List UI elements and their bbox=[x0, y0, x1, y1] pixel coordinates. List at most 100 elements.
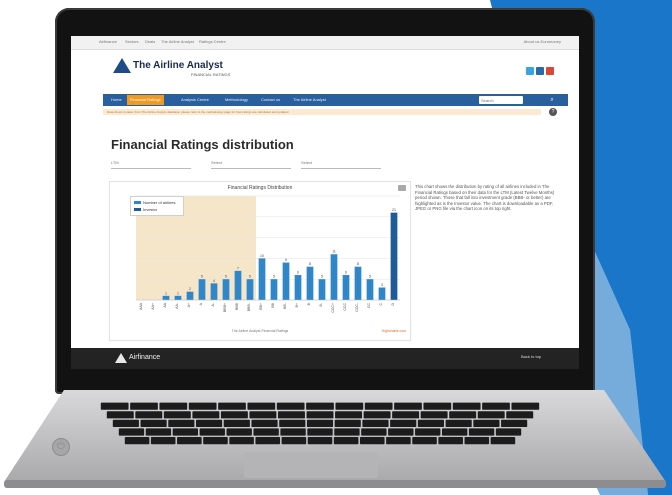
keyboard bbox=[100, 402, 540, 445]
footer-brand[interactable]: Airfinance bbox=[129, 354, 160, 361]
data-label: 5 bbox=[273, 275, 275, 279]
search-icon[interactable]: ⌕ bbox=[547, 96, 557, 104]
bar-BBB-[interactable] bbox=[246, 279, 254, 300]
keyboard-key bbox=[386, 437, 411, 445]
keyboard-key bbox=[278, 411, 305, 419]
keyboard-key bbox=[394, 402, 422, 410]
back-to-top-link[interactable]: Back to top bbox=[521, 354, 541, 359]
tick-label: BB bbox=[271, 302, 275, 307]
data-label: 6 bbox=[345, 271, 347, 275]
legend-item[interactable]: Investor bbox=[134, 207, 157, 212]
googleplus-icon[interactable] bbox=[546, 67, 554, 75]
keyboard-key bbox=[159, 402, 188, 410]
bar-BBB[interactable] bbox=[234, 270, 242, 300]
tick-label: BBB+ bbox=[223, 303, 227, 312]
keyboard-key bbox=[501, 419, 528, 427]
bar-B[interactable] bbox=[306, 266, 314, 300]
bar-CC[interactable] bbox=[366, 279, 374, 300]
topbar-tab[interactable]: Sectors bbox=[125, 39, 139, 44]
keyboard-key bbox=[420, 411, 448, 419]
keyboard-key bbox=[468, 428, 495, 436]
bar-D[interactable] bbox=[390, 212, 398, 300]
notice-text: Data shown is taken from The Airline Ana… bbox=[107, 110, 289, 114]
bar-A[interactable] bbox=[198, 279, 206, 300]
bar-C[interactable] bbox=[378, 287, 386, 300]
bar-A+[interactable] bbox=[186, 291, 194, 300]
chart-credit[interactable]: Highcharts.com bbox=[382, 329, 406, 333]
bar-BBB+[interactable] bbox=[222, 279, 230, 300]
nav-item-airline-analyst[interactable]: The Airline Analyst bbox=[293, 97, 326, 102]
keyboard-key bbox=[335, 402, 364, 410]
keyboard-key bbox=[334, 428, 360, 436]
keyboard-key bbox=[390, 419, 417, 427]
legend-swatch bbox=[134, 201, 141, 205]
keyboard-key bbox=[361, 428, 387, 436]
bar-CCC-[interactable] bbox=[354, 266, 362, 300]
bar-BB+[interactable] bbox=[258, 258, 266, 300]
bar-B+[interactable] bbox=[294, 275, 302, 300]
bar-AA-[interactable] bbox=[174, 295, 182, 300]
keyboard-key bbox=[442, 428, 468, 436]
tick-label: CCC- bbox=[355, 302, 359, 312]
bar-B-[interactable] bbox=[318, 279, 326, 300]
tick-label: AA bbox=[163, 302, 167, 307]
bar-CCC[interactable] bbox=[342, 275, 350, 300]
help-icon[interactable]: ? bbox=[549, 108, 557, 116]
topbar-tab[interactable]: The Airline Analyst bbox=[161, 39, 194, 44]
bar-BB-[interactable] bbox=[282, 262, 290, 300]
nav-item-analysis-centre[interactable]: Analysis Centre bbox=[181, 97, 209, 102]
trackpad[interactable] bbox=[244, 452, 378, 478]
keyboard-key bbox=[506, 411, 534, 419]
topbar-tab[interactable]: Deals bbox=[145, 39, 155, 44]
tick-label: AA+ bbox=[151, 303, 155, 310]
twitter-icon[interactable] bbox=[526, 67, 534, 75]
search-input[interactable] bbox=[479, 96, 523, 104]
keyboard-key bbox=[199, 428, 225, 436]
bar-CCC+[interactable] bbox=[330, 254, 338, 300]
tick-label: BB+ bbox=[259, 303, 263, 310]
keyboard-key bbox=[495, 428, 522, 436]
data-label: 1 bbox=[177, 291, 179, 295]
nav-item-methodology[interactable]: Methodology bbox=[225, 97, 248, 102]
bar-A-[interactable] bbox=[210, 283, 218, 300]
keyboard-key bbox=[438, 437, 463, 445]
keyboard-key bbox=[112, 419, 139, 427]
tick-label: A bbox=[199, 302, 203, 305]
keyboard-key bbox=[229, 437, 254, 445]
topbar-tab[interactable]: Airfinance bbox=[99, 39, 117, 44]
filter-label: Select bbox=[211, 160, 223, 165]
bar-AA[interactable] bbox=[162, 295, 170, 300]
chart-title: Financial Ratings Distribution bbox=[227, 185, 293, 191]
bar-BB[interactable] bbox=[270, 279, 278, 300]
tick-label: C bbox=[379, 303, 383, 306]
keyboard-key bbox=[360, 437, 385, 445]
keyboard-key bbox=[473, 419, 500, 427]
keyboard-key bbox=[203, 437, 228, 445]
nav-item-home[interactable]: Home bbox=[111, 97, 122, 102]
site-logo[interactable]: The Airline Analyst FINANCIAL RATINGS bbox=[113, 56, 273, 82]
keyboard-key bbox=[415, 428, 441, 436]
nav-item-contact[interactable]: Contact us bbox=[261, 97, 280, 102]
linkedin-icon[interactable] bbox=[536, 67, 544, 75]
legend-label: Number of airlines bbox=[143, 200, 176, 205]
period-filter[interactable]: LTM bbox=[111, 160, 191, 169]
power-icon[interactable]: ⏻ bbox=[52, 438, 70, 456]
keyboard-key bbox=[226, 428, 252, 436]
chart-description: This chart shows the distribution by rat… bbox=[415, 184, 555, 211]
keyboard-key bbox=[168, 419, 195, 427]
type-filter[interactable]: Select bbox=[301, 160, 381, 169]
data-label: 5 bbox=[321, 275, 323, 279]
legend-item[interactable]: Number of airlines bbox=[134, 200, 175, 205]
keyboard-key bbox=[196, 419, 223, 427]
region-filter[interactable]: Select bbox=[211, 160, 291, 169]
topbar-tab[interactable]: Ratings Centre bbox=[199, 39, 226, 44]
nav-item-financial-ratings[interactable]: Financial Ratings bbox=[127, 95, 164, 105]
chart-menu-icon[interactable] bbox=[398, 185, 406, 191]
keyboard-key bbox=[280, 428, 306, 436]
keyboard-key bbox=[220, 411, 248, 419]
tick-label: D bbox=[391, 303, 395, 306]
legend-swatch bbox=[134, 208, 141, 212]
account-link[interactable]: About us Euromoney bbox=[524, 39, 561, 44]
keyboard-key bbox=[449, 411, 477, 419]
data-label: 9 bbox=[285, 258, 287, 262]
